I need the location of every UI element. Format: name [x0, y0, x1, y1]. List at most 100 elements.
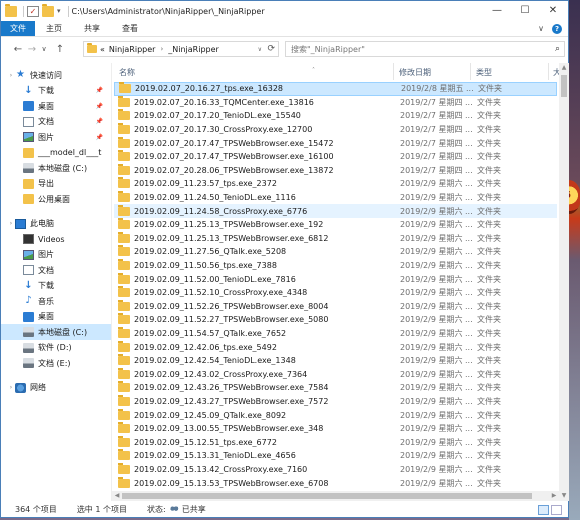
- sidebar-item[interactable]: 图片: [1, 247, 111, 263]
- column-header-type[interactable]: 类型: [476, 67, 492, 78]
- column-header-name[interactable]: 名称: [119, 67, 135, 78]
- file-row[interactable]: 2019.02.09_11.52.26_TPSWebBrowser.exe_80…: [114, 299, 557, 314]
- file-row[interactable]: 2019.02.09_11.50.56_tps.exe_7388 2019/2/9…: [114, 259, 557, 273]
- properties-icon[interactable]: ✓: [27, 5, 39, 17]
- refresh-icon[interactable]: ⟳: [267, 44, 275, 54]
- file-row[interactable]: 2019.02.09_15.13.42_CrossProxy.exe_7160 2…: [114, 463, 557, 477]
- file-row[interactable]: 2019.02.07_20.17.20_TenioDL.exe_15540 201…: [114, 109, 557, 123]
- recent-locations-icon[interactable]: ∨: [39, 45, 49, 53]
- breadcrumb-overflow[interactable]: «: [100, 45, 105, 54]
- sidebar-item[interactable]: 桌面 📌: [1, 98, 111, 114]
- sidebar-item[interactable]: 图片 📌: [1, 129, 111, 145]
- file-row[interactable]: 2019.02.07_20.17.30_CrossProxy.exe_12700…: [114, 123, 557, 137]
- file-row[interactable]: 2019.02.09_13.00.55_TPSWebBrowser.exe_34…: [114, 422, 557, 436]
- file-row[interactable]: 2019.02.09_11.54.57_QTalk.exe_7652 2019/2…: [114, 327, 557, 341]
- address-dropdown-icon[interactable]: ∨: [258, 46, 262, 53]
- maximize-button[interactable]: ☐: [511, 1, 539, 21]
- expand-chevron-icon[interactable]: ›: [7, 72, 15, 79]
- file-row[interactable]: 2019.02.07_20.28.06_TPSWebBrowser.exe_13…: [114, 163, 557, 178]
- file-row[interactable]: 2019.02.09_11.25.13_TPSWebBrowser.exe_68…: [114, 231, 557, 246]
- pane-divider[interactable]: [111, 63, 112, 501]
- pin-icon[interactable]: 📌: [96, 118, 103, 125]
- file-row[interactable]: 2019.02.09_11.23.57_tps.exe_2372 2019/2/9…: [114, 177, 557, 191]
- sidebar-item-label: 公用桌面: [38, 194, 70, 204]
- scroll-down-icon[interactable]: ▼: [559, 491, 569, 501]
- new-folder-icon[interactable]: [42, 3, 54, 17]
- back-arrow-icon[interactable]: ←: [11, 44, 25, 55]
- file-row[interactable]: 2019.02.09_11.25.13_TPSWebBrowser.exe_19…: [114, 218, 557, 232]
- horizontal-scroll-thumb[interactable]: [122, 493, 532, 499]
- sidebar-item[interactable]: 文档 (E:): [1, 355, 111, 371]
- file-row[interactable]: 2019.02.07_20.16.33_TQMCenter.exe_13816 2…: [114, 95, 557, 110]
- scroll-up-icon[interactable]: ▲: [559, 63, 569, 73]
- file-row[interactable]: 2019.02.09_11.27.56_QTalk.exe_5208 2019/2…: [114, 245, 557, 259]
- vertical-scrollbar[interactable]: ▲ ▼: [559, 63, 569, 501]
- column-header-date[interactable]: 修改日期: [399, 67, 431, 78]
- sidebar-item[interactable]: 文档: [1, 262, 111, 278]
- file-row[interactable]: 2019.02.09_12.42.54_TenioDL.exe_1348 2019…: [114, 354, 557, 368]
- expand-chevron-icon[interactable]: ›: [7, 384, 15, 391]
- sidebar-item[interactable]: 本地磁盘 (C:): [1, 324, 111, 340]
- file-row[interactable]: 2019.02.09_12.43.02_CrossProxy.exe_7364 2…: [114, 367, 557, 382]
- scroll-right-icon[interactable]: ▶: [549, 491, 559, 501]
- file-row[interactable]: 2019.02.09_11.52.00_TenioDL.exe_7816 2019…: [114, 272, 557, 286]
- sidebar-item[interactable]: ↓ 下载 📌: [1, 83, 111, 99]
- file-row[interactable]: 2019.02.09_11.52.10_CrossProxy.exe_4348 2…: [114, 286, 557, 300]
- address-bar[interactable]: « NinjaRipper › _NinjaRipper ∨ ⟳: [83, 41, 279, 57]
- minimize-button[interactable]: —: [483, 1, 511, 21]
- file-row[interactable]: 2019.02.09_11.24.58_CrossProxy.exe_6776 2…: [114, 204, 557, 218]
- close-button[interactable]: ✕: [539, 1, 567, 21]
- tab-home[interactable]: 主页: [35, 21, 73, 36]
- column-divider[interactable]: [393, 63, 394, 80]
- customize-toolbar-icon[interactable]: ▾: [57, 7, 61, 15]
- file-row[interactable]: 2019.02.09_12.42.06_tps.exe_5492 2019/2/9…: [114, 340, 557, 354]
- file-row[interactable]: 2019.02.07_20.17.47_TPSWebBrowser.exe_15…: [114, 136, 557, 150]
- horizontal-scrollbar[interactable]: ◀ ▶: [112, 491, 559, 501]
- search-box[interactable]: 搜索"_NinjaRipper" ⌕: [285, 41, 565, 57]
- pin-icon[interactable]: 📌: [96, 87, 103, 94]
- sidebar-item[interactable]: ___model_dl___t: [1, 145, 111, 161]
- file-row[interactable]: 2019.02.09_15.12.51_tps.exe_6772 2019/2/9…: [114, 435, 557, 450]
- sidebar-item[interactable]: 导出: [1, 176, 111, 192]
- tab-share[interactable]: 共享: [73, 21, 111, 36]
- pin-icon[interactable]: 📌: [96, 134, 103, 141]
- tab-view[interactable]: 查看: [111, 21, 149, 36]
- sidebar-item[interactable]: › 网络: [1, 380, 111, 396]
- expand-ribbon-icon[interactable]: ∨: [538, 24, 544, 33]
- file-row[interactable]: 2019.02.09_11.24.50_TenioDL.exe_1116 2019…: [114, 191, 557, 205]
- details-view-icon[interactable]: [538, 504, 549, 515]
- breadcrumb-ninjaripper[interactable]: NinjaRipper: [109, 45, 156, 54]
- sidebar-item[interactable]: 桌面: [1, 309, 111, 325]
- vertical-scroll-thumb[interactable]: [561, 75, 567, 97]
- file-row[interactable]: 2019.02.09_12.43.26_TPSWebBrowser.exe_75…: [114, 381, 557, 395]
- expand-chevron-icon[interactable]: ›: [7, 220, 15, 227]
- sidebar-item[interactable]: › 此电脑: [1, 216, 111, 232]
- tab-file[interactable]: 文件: [1, 21, 35, 36]
- large-icons-view-icon[interactable]: [551, 504, 562, 515]
- sidebar-item[interactable]: 文档 📌: [1, 114, 111, 130]
- column-divider[interactable]: [470, 63, 471, 80]
- scroll-left-icon[interactable]: ◀: [112, 491, 122, 501]
- file-row[interactable]: 2019.02.09_15.13.53_TPSWebBrowser.exe_67…: [114, 476, 557, 490]
- help-icon[interactable]: ?: [552, 23, 562, 34]
- sidebar-item[interactable]: ↓ 下载: [1, 278, 111, 294]
- search-placeholder[interactable]: 搜索"_NinjaRipper": [291, 44, 365, 55]
- file-row[interactable]: 2019.02.07_20.17.47_TPSWebBrowser.exe_16…: [114, 150, 557, 164]
- pin-icon[interactable]: 📌: [96, 103, 103, 110]
- file-row[interactable]: 2019.02.07_20.16.27_tps.exe_16328 2019/2/…: [114, 82, 557, 96]
- file-row[interactable]: 2019.02.09_11.52.27_TPSWebBrowser.exe_50…: [114, 313, 557, 327]
- sidebar-item[interactable]: ♪ 音乐: [1, 293, 111, 309]
- file-row[interactable]: 2019.02.09_12.43.27_TPSWebBrowser.exe_75…: [114, 395, 557, 409]
- sidebar-item[interactable]: Videos: [1, 231, 111, 247]
- sidebar-item[interactable]: › ★ 快速访问: [1, 67, 111, 83]
- up-arrow-icon[interactable]: ↑: [53, 44, 67, 55]
- column-divider[interactable]: [548, 63, 549, 80]
- forward-arrow-icon[interactable]: →: [25, 44, 39, 55]
- sidebar-item[interactable]: 软件 (D:): [1, 340, 111, 356]
- sidebar-item[interactable]: 公用桌面: [1, 191, 111, 207]
- file-row[interactable]: 2019.02.09_12.45.09_QTalk.exe_8092 2019/2…: [114, 408, 557, 422]
- sidebar-item[interactable]: 本地磁盘 (C:): [1, 160, 111, 176]
- breadcrumb-separator[interactable]: ›: [160, 45, 163, 53]
- file-row[interactable]: 2019.02.09_15.13.31_TenioDL.exe_4656 2019…: [114, 449, 557, 463]
- breadcrumb-current[interactable]: _NinjaRipper: [168, 45, 219, 54]
